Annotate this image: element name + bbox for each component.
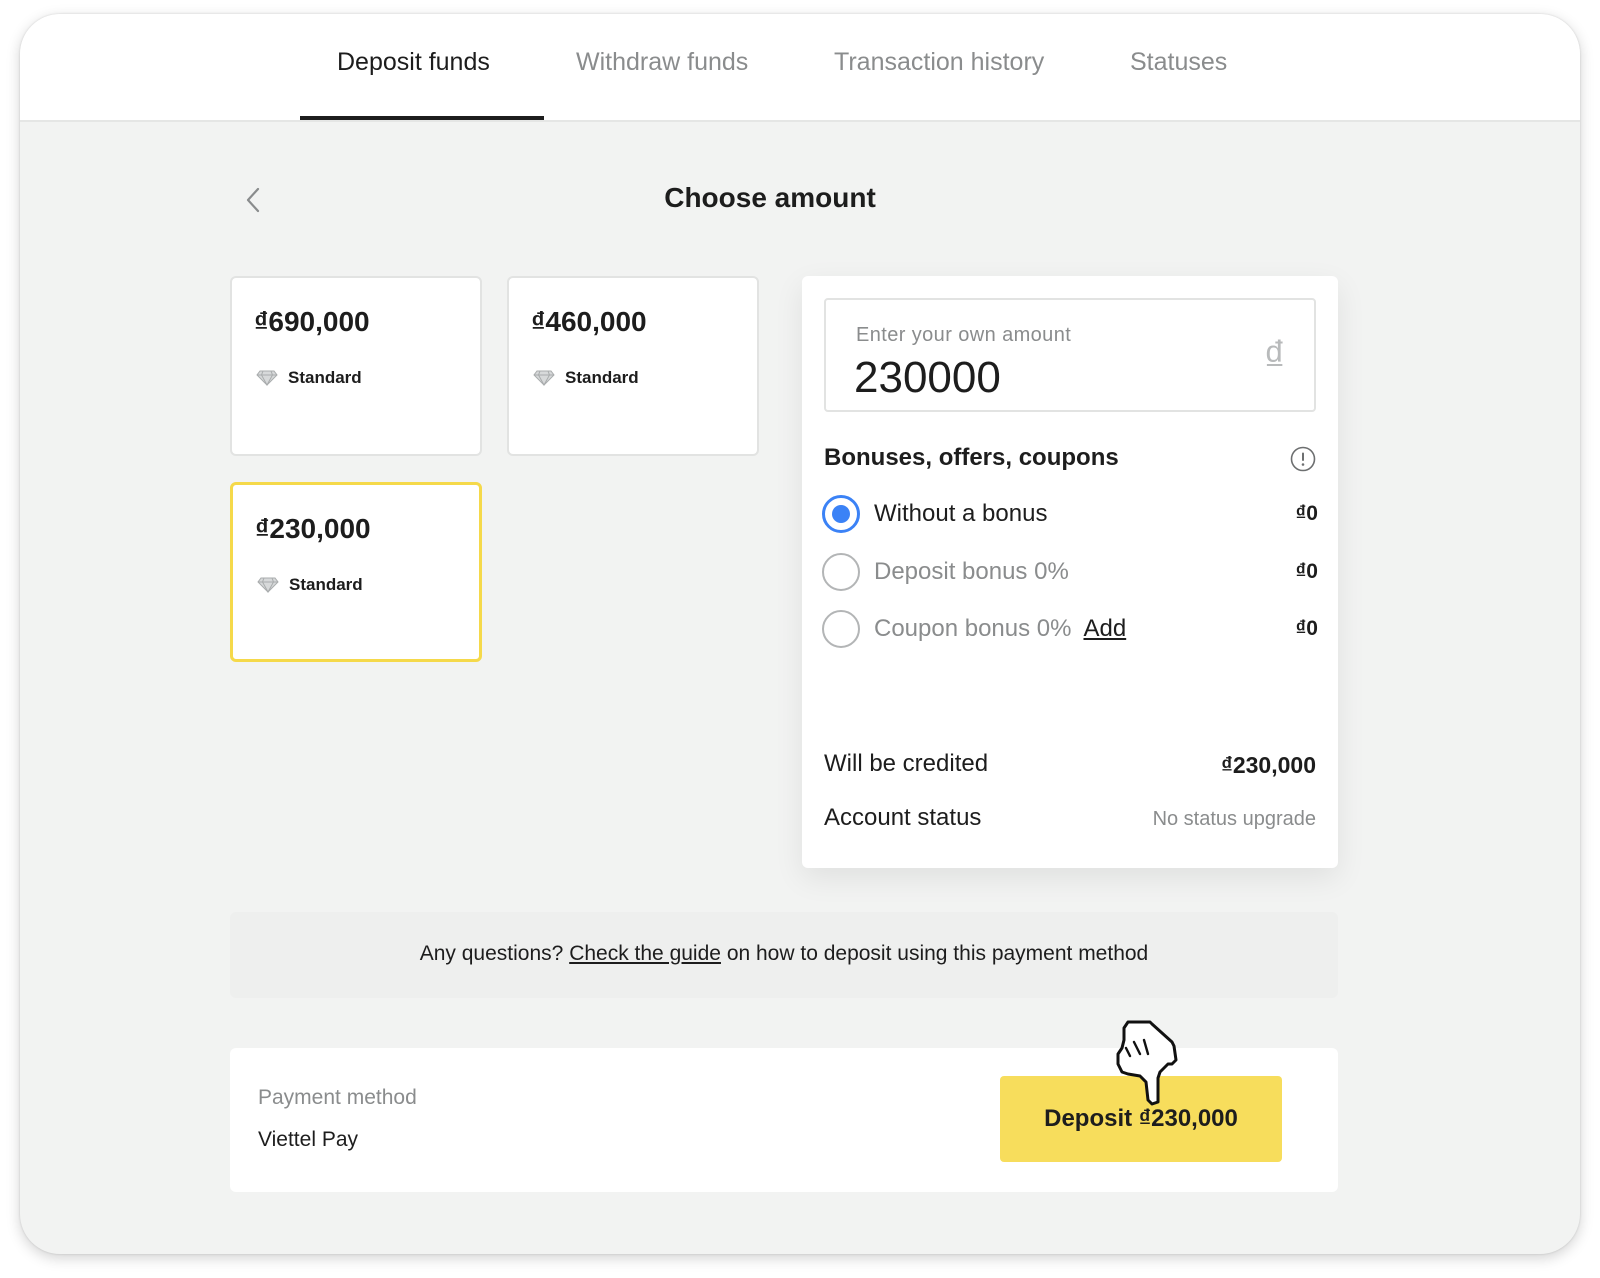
tier-name: Standard xyxy=(289,575,363,594)
dong-currency-icon: ₫ xyxy=(1263,332,1286,381)
own-amount-label: Enter your own amount xyxy=(856,324,1072,346)
guide-suffix: on how to deposit using this payment met… xyxy=(726,942,1149,965)
diamond-icon xyxy=(257,577,279,593)
info-icon[interactable] xyxy=(1290,446,1316,477)
amount-card-690000[interactable]: ₫690,000 Standard xyxy=(230,276,482,456)
bonus-option-label: Without a bonus xyxy=(874,500,1048,527)
bonus-option-value: ₫0 xyxy=(1295,502,1318,525)
guide-prefix: Any questions? xyxy=(419,942,564,965)
check-guide-link[interactable]: Check the guide xyxy=(569,942,721,965)
bonus-option-label: Deposit bonus 0% xyxy=(874,558,1069,585)
bonus-option-label-wrap: Coupon bonus 0% Add xyxy=(874,615,1126,643)
radio-button[interactable] xyxy=(822,553,860,591)
back-button[interactable] xyxy=(238,182,268,218)
tier-label: Standard xyxy=(533,368,639,388)
tab-statuses[interactable]: Statuses xyxy=(1130,48,1227,77)
payment-method-label: Payment method xyxy=(258,1086,417,1109)
tab-bar: Deposit funds Withdraw funds Transaction… xyxy=(20,14,1580,122)
account-status-row: Account status No status upgrade xyxy=(824,804,1316,836)
guide-banner: Any questions? Check the guide on how to… xyxy=(230,912,1338,998)
own-amount-field[interactable]: Enter your own amount ₫ xyxy=(824,298,1316,412)
bonus-option-without-bonus[interactable]: Without a bonus ₫0 xyxy=(822,494,1318,534)
bonus-option-value: ₫0 xyxy=(1295,617,1318,640)
amount-value: ₫460,000 xyxy=(531,306,647,337)
bonus-option-coupon-bonus[interactable]: Coupon bonus 0% Add ₫0 xyxy=(822,609,1318,649)
amount-value: ₫690,000 xyxy=(254,306,370,337)
amount-card-460000[interactable]: ₫460,000 Standard xyxy=(507,276,759,456)
tier-label: Standard xyxy=(256,368,362,388)
page-title: Choose amount xyxy=(664,182,876,213)
bonus-option-deposit-bonus[interactable]: Deposit bonus 0% ₫0 xyxy=(822,552,1318,592)
radio-button[interactable] xyxy=(822,495,860,533)
payment-method-value: Viettel Pay xyxy=(258,1128,359,1151)
add-coupon-link[interactable]: Add xyxy=(1083,615,1126,642)
guide-text: Any questions? Check the guide on how to… xyxy=(230,942,1338,966)
payment-bar: Payment method Viettel Pay Deposit ₫230,… xyxy=(230,1048,1338,1192)
chevron-left-icon xyxy=(246,187,260,213)
own-amount-input[interactable] xyxy=(854,352,1214,404)
bonuses-title: Bonuses, offers, coupons xyxy=(824,444,1119,471)
account-status-label: Account status xyxy=(824,804,982,831)
credited-row: Will be credited ₫230,000 xyxy=(824,750,1316,782)
tab-withdraw-funds[interactable]: Withdraw funds xyxy=(576,48,748,77)
tier-label: Standard xyxy=(257,575,363,595)
diamond-icon xyxy=(256,370,278,386)
credited-value: ₫230,000 xyxy=(1221,752,1316,778)
amount-card-230000[interactable]: ₫230,000 Standard xyxy=(230,482,482,662)
tier-name: Standard xyxy=(565,368,639,387)
diamond-icon xyxy=(533,370,555,386)
deposit-button[interactable]: Deposit ₫230,000 xyxy=(1000,1076,1282,1162)
app-window: Deposit funds Withdraw funds Transaction… xyxy=(20,14,1580,1254)
tier-name: Standard xyxy=(288,368,362,387)
active-tab-indicator xyxy=(300,116,544,120)
radio-button[interactable] xyxy=(822,610,860,648)
bonus-option-value: ₫0 xyxy=(1295,560,1318,583)
tab-deposit-funds[interactable]: Deposit funds xyxy=(337,48,490,77)
account-status-value: No status upgrade xyxy=(1152,808,1316,830)
amount-panel: Enter your own amount ₫ Bonuses, offers,… xyxy=(802,276,1338,868)
credited-label: Will be credited xyxy=(824,750,989,777)
bonus-option-label: Coupon bonus 0% xyxy=(874,615,1072,642)
amount-value: ₫230,000 xyxy=(255,513,371,544)
tab-transaction-history[interactable]: Transaction history xyxy=(834,48,1044,77)
